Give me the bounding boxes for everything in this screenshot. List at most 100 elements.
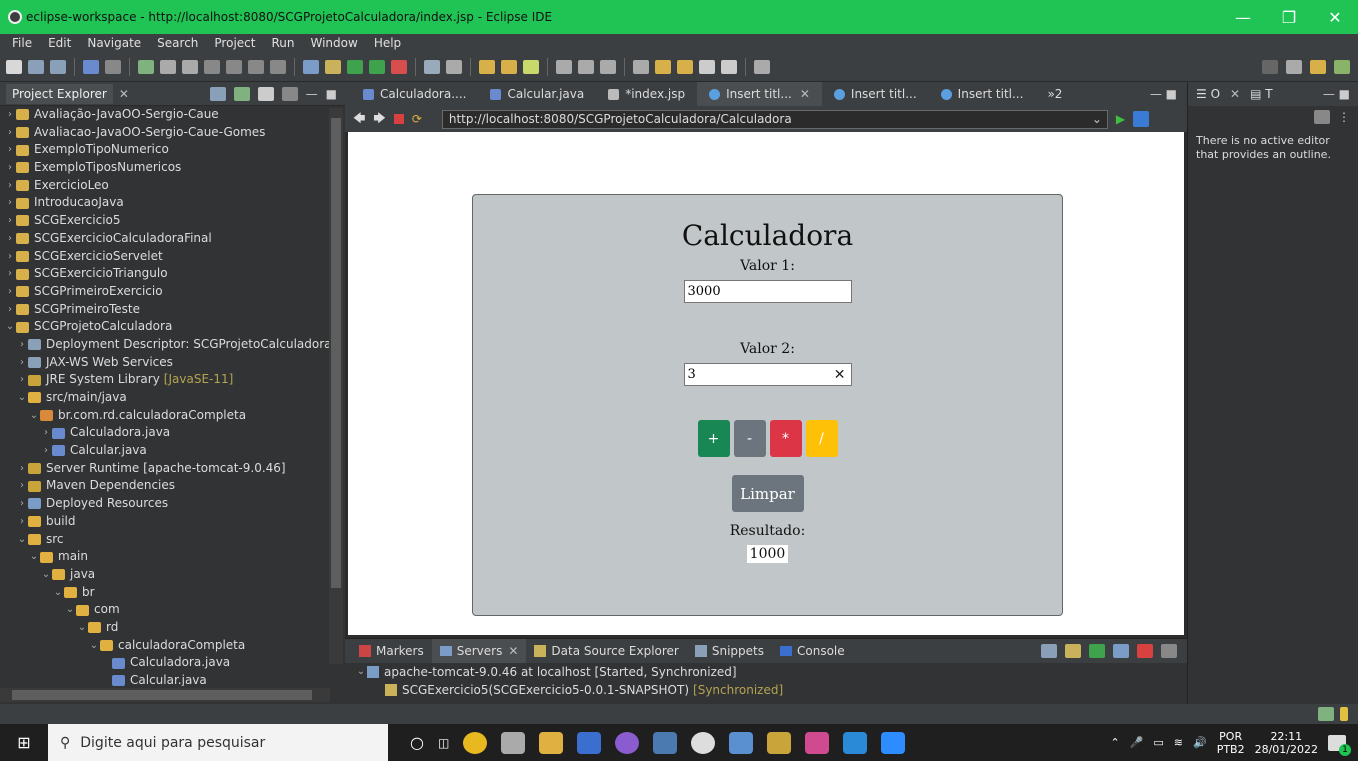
chevron-right-icon[interactable]: › bbox=[16, 371, 28, 389]
chevron-right-icon[interactable]: › bbox=[4, 230, 16, 248]
tree-item[interactable]: › SCGPrimeiroExercicio bbox=[0, 283, 345, 301]
open-perspective-icon[interactable] bbox=[1286, 59, 1302, 74]
run-icon[interactable] bbox=[347, 59, 363, 74]
close-icon[interactable]: ✕ bbox=[119, 87, 129, 101]
chevron-down-icon[interactable]: ⌄ bbox=[28, 407, 40, 425]
debug-server-icon[interactable] bbox=[1065, 644, 1081, 658]
chevron-up-icon[interactable]: ⌃ bbox=[1110, 736, 1119, 749]
collapse-all-icon[interactable] bbox=[209, 86, 226, 101]
notification-icon[interactable]: 1 bbox=[1328, 734, 1351, 756]
tree-item[interactable]: › Avaliação-JavaOO-Sergio-Caue bbox=[0, 106, 345, 124]
open-browser-icon[interactable] bbox=[754, 59, 770, 74]
github-icon[interactable] bbox=[691, 731, 716, 754]
new-icon[interactable] bbox=[6, 59, 22, 74]
terminal-icon[interactable] bbox=[83, 59, 99, 74]
volume-icon[interactable]: 🔊 bbox=[1193, 736, 1207, 749]
tree-item[interactable]: › Avaliacao-JavaOO-Sergio-Caue-Gomes bbox=[0, 124, 345, 142]
menu-search[interactable]: Search bbox=[149, 36, 206, 50]
maximize-editor-icon[interactable]: — ■ bbox=[1150, 87, 1177, 101]
server-entry[interactable]: ⌄ apache-tomcat-9.0.46 at localhost [Sta… bbox=[345, 663, 1187, 681]
terminate-icon[interactable] bbox=[182, 59, 198, 74]
outline-tab[interactable]: ☰ O bbox=[1196, 87, 1220, 101]
editor-tab[interactable]: Insert titl... bbox=[822, 82, 929, 106]
tree-item[interactable]: ⌄ src/main/java bbox=[0, 389, 345, 407]
close-icon[interactable]: ✕ bbox=[508, 644, 518, 658]
scrollbar-thumb[interactable] bbox=[331, 118, 341, 588]
close-icon[interactable]: ✕ bbox=[800, 87, 810, 101]
tab-markers[interactable]: Markers bbox=[351, 639, 432, 663]
tree-item[interactable]: ⌄ br.com.rd.calculadoraCompleta bbox=[0, 407, 345, 425]
collapse-icon[interactable] bbox=[1041, 644, 1057, 658]
chevron-right-icon[interactable]: › bbox=[16, 354, 28, 372]
explorer-vertical-scrollbar[interactable] bbox=[329, 108, 343, 664]
tree-item[interactable]: Calculadora.java bbox=[0, 654, 345, 672]
tree-item[interactable]: › build bbox=[0, 513, 345, 531]
chevron-right-icon[interactable]: › bbox=[4, 194, 16, 212]
editor-tab[interactable]: Insert titl... ✕ bbox=[697, 82, 822, 106]
minimize-view-icon[interactable]: — bbox=[306, 87, 318, 101]
chevron-right-icon[interactable]: › bbox=[4, 212, 16, 230]
project-explorer-tab[interactable]: Project Explorer ✕ — ■ bbox=[0, 82, 345, 106]
chevron-right-icon[interactable]: › bbox=[4, 265, 16, 283]
back-arrow-icon[interactable]: 🡄 bbox=[353, 109, 365, 130]
run-server-icon[interactable] bbox=[369, 59, 385, 74]
battery-icon[interactable]: ▭ bbox=[1153, 736, 1163, 749]
tree-item[interactable]: › Calculadora.java bbox=[0, 424, 345, 442]
tree-item[interactable]: › SCGPrimeiroTeste bbox=[0, 301, 345, 319]
quick-access-icon[interactable] bbox=[1262, 59, 1278, 74]
terminal-app-icon[interactable] bbox=[653, 731, 678, 754]
chevron-down-icon[interactable]: ⌄ bbox=[88, 637, 100, 655]
editor-tab[interactable]: Calculadora.... bbox=[351, 82, 478, 106]
language-indicator[interactable]: POR PTB2 bbox=[1217, 730, 1245, 756]
chrome-icon[interactable] bbox=[463, 731, 488, 754]
module-entry[interactable]: SCGExercicio5(SCGExercicio5-0.0.1-SNAPSH… bbox=[345, 681, 1187, 699]
tab-servers[interactable]: Servers ✕ bbox=[431, 639, 527, 663]
mysql-icon[interactable] bbox=[729, 731, 754, 754]
tip-icon[interactable] bbox=[1340, 707, 1348, 721]
tree-item[interactable]: ⌄ com bbox=[0, 601, 345, 619]
chevron-down-icon[interactable]: ⌄ bbox=[40, 566, 52, 584]
step-into-icon[interactable] bbox=[226, 59, 242, 74]
tree-item[interactable]: › Deployment Descriptor: SCGProjetoCalcul… bbox=[0, 336, 345, 354]
chevron-right-icon[interactable]: › bbox=[16, 477, 28, 495]
tree-item[interactable]: › ExemploTiposNumericos bbox=[0, 159, 345, 177]
last-edit-icon[interactable] bbox=[655, 59, 671, 74]
multiply-button[interactable]: * bbox=[769, 420, 802, 457]
editor-tab[interactable]: Calcular.java bbox=[478, 82, 596, 106]
chevron-down-icon[interactable]: ⌄ bbox=[355, 663, 367, 681]
vscode-icon[interactable] bbox=[843, 731, 868, 754]
chevron-right-icon[interactable]: › bbox=[40, 424, 52, 442]
open-external-browser-icon[interactable] bbox=[1133, 111, 1150, 127]
maximize-button[interactable]: ❐ bbox=[1266, 0, 1312, 34]
value2-input[interactable] bbox=[683, 363, 852, 386]
chevron-right-icon[interactable]: › bbox=[4, 141, 16, 159]
focus-icon[interactable] bbox=[1314, 110, 1330, 124]
tree-item[interactable]: ⌄ br bbox=[0, 584, 345, 602]
zoom-icon[interactable] bbox=[881, 731, 906, 754]
file-explorer-icon[interactable] bbox=[539, 731, 564, 754]
search-icon[interactable] bbox=[523, 59, 539, 74]
chevron-right-icon[interactable]: › bbox=[4, 177, 16, 195]
external-tools-icon[interactable] bbox=[391, 59, 407, 74]
clear-button[interactable]: Limpar bbox=[731, 475, 804, 512]
java-ee-perspective-icon[interactable] bbox=[1310, 59, 1326, 74]
chevron-right-icon[interactable]: › bbox=[16, 460, 28, 478]
minimize-button[interactable]: — bbox=[1220, 0, 1266, 34]
cortana-icon[interactable]: ○ bbox=[410, 733, 424, 752]
editor-tab[interactable]: *index.jsp bbox=[596, 82, 697, 106]
url-field[interactable]: http://localhost:8080/SCGProjetoCalculad… bbox=[441, 109, 1108, 129]
mark-occurrences-icon[interactable] bbox=[578, 59, 594, 74]
tree-item[interactable]: › SCGExercicioServelet bbox=[0, 248, 345, 266]
publish-icon[interactable] bbox=[1161, 644, 1177, 658]
new-server-icon[interactable] bbox=[424, 59, 440, 74]
back-icon[interactable] bbox=[699, 59, 715, 74]
chevron-right-icon[interactable]: › bbox=[4, 248, 16, 266]
menu-edit[interactable]: Edit bbox=[40, 36, 79, 50]
tree-item[interactable]: ⌄ src bbox=[0, 531, 345, 549]
tree-item[interactable]: ⌄ SCGProjetoCalculadora bbox=[0, 318, 345, 336]
menu-file[interactable]: File bbox=[4, 36, 40, 50]
chevron-down-icon[interactable]: ⌄ bbox=[16, 389, 28, 407]
chevron-right-icon[interactable]: › bbox=[16, 495, 28, 513]
tab-snippets[interactable]: Snippets bbox=[687, 639, 772, 663]
tree-item[interactable]: › Maven Dependencies bbox=[0, 477, 345, 495]
